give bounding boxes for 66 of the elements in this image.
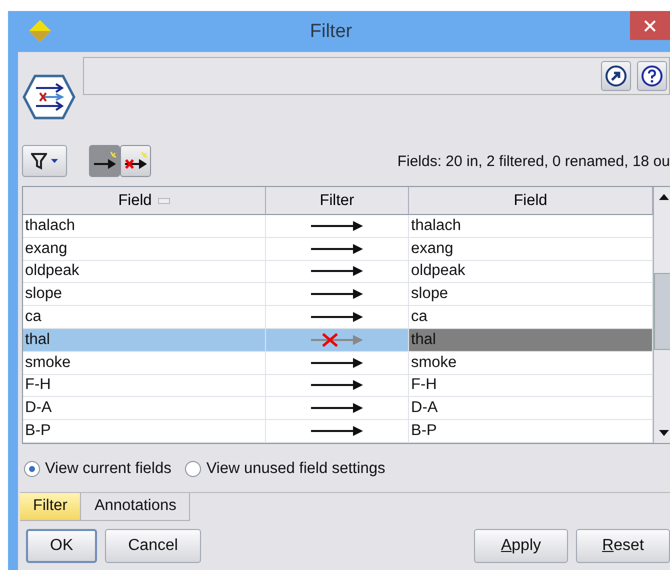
arrow-icon[interactable]	[309, 242, 365, 256]
node-name-field[interactable]	[83, 57, 670, 95]
radio-icon[interactable]	[24, 460, 40, 477]
field-cell[interactable]: B-P	[23, 420, 266, 443]
view-option[interactable]: View current fields	[24, 458, 172, 480]
output-field-cell[interactable]: thalach	[409, 215, 653, 238]
help-icon	[641, 65, 663, 87]
help-button[interactable]	[637, 61, 667, 91]
output-field-cell[interactable]: ca	[409, 306, 653, 329]
reset-button[interactable]: Reset	[576, 528, 670, 563]
field-cell[interactable]: ca	[23, 306, 266, 329]
arrow-icon[interactable]	[309, 287, 365, 302]
output-field-cell[interactable]: exang	[409, 238, 653, 261]
scroll-thumb[interactable]	[654, 273, 670, 350]
output-field-cell[interactable]: smoke	[409, 352, 653, 375]
radio-label: View current fields	[45, 460, 172, 478]
scrollbar[interactable]	[653, 187, 670, 443]
crossed-arrow-icon[interactable]	[309, 332, 365, 347]
output-field-cell[interactable]: B-P	[409, 420, 653, 443]
column-header[interactable]: Field	[409, 187, 653, 215]
arrow-icon[interactable]	[309, 401, 365, 416]
radio-icon[interactable]	[185, 460, 202, 477]
apply-button[interactable]: Apply	[474, 528, 568, 563]
caret-icon	[51, 159, 58, 163]
remove-fields-button[interactable]	[120, 145, 151, 177]
arrow-icon[interactable]	[309, 218, 365, 233]
ok-button[interactable]: OK	[26, 528, 98, 563]
arrow-circle-icon	[605, 65, 627, 87]
output-field-cell[interactable]: F-H	[409, 374, 653, 398]
fields-summary: Fields: 20 in, 2 filtered, 0 renamed, 18 ou	[397, 152, 670, 170]
window-title: Filter	[308, 21, 354, 43]
arrow-icon[interactable]	[309, 424, 365, 438]
arrow-icon[interactable]	[309, 356, 365, 370]
output-field-cell[interactable]: D-A	[409, 397, 653, 420]
tab[interactable]: Filter	[20, 492, 82, 521]
radio-label: View unused field settings	[206, 460, 386, 478]
sort-icon	[158, 198, 170, 204]
close-button[interactable]	[630, 11, 670, 40]
field-cell[interactable]: smoke	[23, 352, 266, 375]
tab[interactable]: Annotations	[81, 492, 190, 521]
launch-button[interactable]	[601, 61, 631, 91]
pass-fields-button[interactable]	[89, 145, 120, 177]
field-cell[interactable]: slope	[23, 283, 266, 306]
filter-dropdown[interactable]	[22, 145, 67, 177]
field-cell[interactable]: D-A	[23, 397, 266, 420]
view-option[interactable]: View unused field settings	[185, 458, 386, 480]
crossed-arrow-icon	[122, 150, 148, 172]
column-header[interactable]: Field	[23, 187, 266, 215]
diamond-icon	[28, 19, 52, 43]
arrow-icon[interactable]	[309, 264, 365, 278]
arrow-icon[interactable]	[309, 310, 365, 324]
cancel-button[interactable]: Cancel	[105, 528, 201, 563]
arrow-icon[interactable]	[309, 378, 365, 392]
output-field-cell[interactable]: oldpeak	[409, 260, 653, 284]
field-cell[interactable]: oldpeak	[23, 260, 266, 284]
field-cell[interactable]: thal	[23, 328, 266, 352]
funnel-icon	[31, 152, 47, 170]
column-header[interactable]: Filter	[266, 187, 409, 215]
output-field-cell[interactable]: slope	[409, 283, 653, 306]
field-cell[interactable]: F-H	[23, 374, 266, 398]
arrow-icon	[92, 150, 118, 172]
field-cell[interactable]: thalach	[23, 215, 266, 238]
output-field-cell[interactable]: thal	[409, 328, 653, 352]
close-icon	[644, 20, 656, 32]
node-hexagon-icon	[22, 74, 76, 120]
field-cell[interactable]: exang	[23, 238, 266, 261]
